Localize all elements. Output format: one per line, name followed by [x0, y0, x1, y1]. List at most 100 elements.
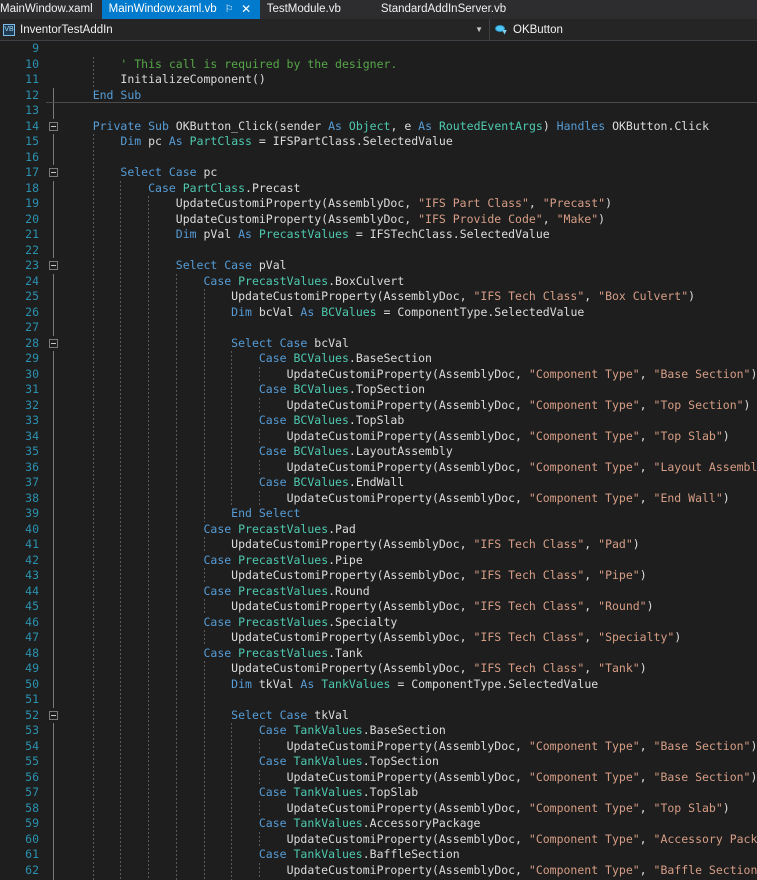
code-line[interactable]: 16: [0, 150, 757, 166]
glyph-margin[interactable]: [46, 754, 62, 770]
code-line[interactable]: 61 Case TankValues.BaffleSection: [0, 847, 757, 863]
pin-icon[interactable]: ⚐: [223, 0, 236, 19]
glyph-margin[interactable]: [46, 429, 62, 445]
glyph-margin[interactable]: [46, 522, 62, 538]
code-line[interactable]: 62 UpdateCustomiProperty(AssemblyDoc, "C…: [0, 863, 757, 879]
glyph-margin[interactable]: [46, 227, 62, 243]
code-line[interactable]: 33 Case BCValues.TopSlab: [0, 413, 757, 429]
code-line[interactable]: 55 Case TankValues.TopSection: [0, 754, 757, 770]
glyph-margin[interactable]: [46, 630, 62, 646]
glyph-margin[interactable]: [46, 460, 62, 476]
glyph-margin[interactable]: [46, 243, 62, 259]
code-line[interactable]: 9: [0, 41, 757, 57]
close-icon[interactable]: ✕: [240, 0, 253, 19]
code-line[interactable]: 54 UpdateCustomiProperty(AssemblyDoc, "C…: [0, 739, 757, 755]
glyph-margin[interactable]: [46, 367, 62, 383]
glyph-margin[interactable]: [46, 785, 62, 801]
code-line[interactable]: 48 Case PrecastValues.Tank: [0, 646, 757, 662]
code-line[interactable]: 22: [0, 243, 757, 259]
code-line[interactable]: 41 UpdateCustomiProperty(AssemblyDoc, "I…: [0, 537, 757, 553]
glyph-margin[interactable]: [46, 537, 62, 553]
collapse-outline-icon[interactable]: [49, 261, 58, 270]
code-line[interactable]: 13: [0, 103, 757, 119]
code-line[interactable]: 51: [0, 692, 757, 708]
code-line[interactable]: 17 Select Case pc: [0, 165, 757, 181]
editor-tab-mainwindow-xaml[interactable]: MainWindow.xaml: [0, 0, 102, 19]
code-line[interactable]: 40 Case PrecastValues.Pad: [0, 522, 757, 538]
code-line[interactable]: 18 Case PartClass.Precast: [0, 181, 757, 197]
glyph-margin[interactable]: [46, 568, 62, 584]
chevron-down-icon[interactable]: ▼: [475, 25, 483, 34]
code-line[interactable]: 36 UpdateCustomiProperty(AssemblyDoc, "C…: [0, 460, 757, 476]
code-line[interactable]: 44 Case PrecastValues.Round: [0, 584, 757, 600]
code-line[interactable]: 32 UpdateCustomiProperty(AssemblyDoc, "C…: [0, 398, 757, 414]
glyph-margin[interactable]: [46, 57, 62, 73]
glyph-margin[interactable]: [46, 816, 62, 832]
glyph-margin[interactable]: [46, 181, 62, 197]
code-line[interactable]: 34 UpdateCustomiProperty(AssemblyDoc, "C…: [0, 429, 757, 445]
glyph-margin[interactable]: [46, 739, 62, 755]
code-line[interactable]: 60 UpdateCustomiProperty(AssemblyDoc, "C…: [0, 832, 757, 848]
glyph-margin[interactable]: [46, 398, 62, 414]
glyph-margin[interactable]: [46, 336, 62, 352]
glyph-margin[interactable]: [46, 119, 62, 135]
code-line[interactable]: 20 UpdateCustomiProperty(AssemblyDoc, "I…: [0, 212, 757, 228]
glyph-margin[interactable]: [46, 708, 62, 724]
code-line[interactable]: 57 Case TankValues.TopSlab: [0, 785, 757, 801]
code-line[interactable]: 15 Dim pc As PartClass = IFSPartClass.Se…: [0, 134, 757, 150]
code-line[interactable]: 12 End Sub: [0, 88, 757, 104]
code-line[interactable]: 35 Case BCValues.LayoutAssembly: [0, 444, 757, 460]
code-line[interactable]: 46 Case PrecastValues.Specialty: [0, 615, 757, 631]
code-line[interactable]: 29 Case BCValues.BaseSection: [0, 351, 757, 367]
glyph-margin[interactable]: [46, 692, 62, 708]
code-line[interactable]: 14 Private Sub OKButton_Click(sender As …: [0, 119, 757, 135]
code-line[interactable]: 26 Dim bcVal As BCValues = ComponentType…: [0, 305, 757, 321]
glyph-margin[interactable]: [46, 212, 62, 228]
glyph-margin[interactable]: [46, 274, 62, 290]
glyph-margin[interactable]: [46, 615, 62, 631]
code-line[interactable]: 56 UpdateCustomiProperty(AssemblyDoc, "C…: [0, 770, 757, 786]
code-line[interactable]: 43 UpdateCustomiProperty(AssemblyDoc, "I…: [0, 568, 757, 584]
code-line[interactable]: 27: [0, 320, 757, 336]
editor-tab-testmodule-vb[interactable]: TestModule.vb: [260, 0, 350, 19]
editor-tab-mainwindow-xaml-vb[interactable]: MainWindow.xaml.vb⚐✕: [102, 0, 260, 19]
collapse-outline-icon[interactable]: [49, 339, 58, 348]
code-line[interactable]: 39 End Select: [0, 506, 757, 522]
type-dropdown[interactable]: VB InventorTestAddIn ▼: [0, 19, 489, 41]
member-dropdown[interactable]: OKButton: [489, 19, 757, 41]
glyph-margin[interactable]: [46, 413, 62, 429]
code-line[interactable]: 42 Case PrecastValues.Pipe: [0, 553, 757, 569]
collapse-outline-icon[interactable]: [49, 168, 58, 177]
glyph-margin[interactable]: [46, 584, 62, 600]
code-line[interactable]: 37 Case BCValues.EndWall: [0, 475, 757, 491]
glyph-margin[interactable]: [46, 258, 62, 274]
glyph-margin[interactable]: [46, 475, 62, 491]
glyph-margin[interactable]: [46, 103, 62, 119]
code-line[interactable]: 52 Select Case tkVal: [0, 708, 757, 724]
code-line[interactable]: 47 UpdateCustomiProperty(AssemblyDoc, "I…: [0, 630, 757, 646]
code-line[interactable]: 58 UpdateCustomiProperty(AssemblyDoc, "C…: [0, 801, 757, 817]
glyph-margin[interactable]: [46, 599, 62, 615]
glyph-margin[interactable]: [46, 677, 62, 693]
code-line[interactable]: 59 Case TankValues.AccessoryPackage: [0, 816, 757, 832]
glyph-margin[interactable]: [46, 553, 62, 569]
glyph-margin[interactable]: [46, 801, 62, 817]
code-line[interactable]: 30 UpdateCustomiProperty(AssemblyDoc, "C…: [0, 367, 757, 383]
glyph-margin[interactable]: [46, 847, 62, 863]
glyph-margin[interactable]: [46, 646, 62, 662]
code-line[interactable]: 19 UpdateCustomiProperty(AssemblyDoc, "I…: [0, 196, 757, 212]
glyph-margin[interactable]: [46, 506, 62, 522]
glyph-margin[interactable]: [46, 72, 62, 88]
glyph-margin[interactable]: [46, 491, 62, 507]
glyph-margin[interactable]: [46, 351, 62, 367]
glyph-margin[interactable]: [46, 382, 62, 398]
code-line[interactable]: 53 Case TankValues.BaseSection: [0, 723, 757, 739]
glyph-margin[interactable]: [46, 723, 62, 739]
code-line[interactable]: 50 Dim tkVal As TankValues = ComponentTy…: [0, 677, 757, 693]
editor-tab-standardaddinserver-vb[interactable]: StandardAddInServer.vb: [374, 0, 515, 19]
code-line[interactable]: 38 UpdateCustomiProperty(AssemblyDoc, "C…: [0, 491, 757, 507]
code-line[interactable]: 23 Select Case pVal: [0, 258, 757, 274]
code-line[interactable]: 25 UpdateCustomiProperty(AssemblyDoc, "I…: [0, 289, 757, 305]
glyph-margin[interactable]: [46, 88, 62, 104]
collapse-outline-icon[interactable]: [49, 122, 58, 131]
